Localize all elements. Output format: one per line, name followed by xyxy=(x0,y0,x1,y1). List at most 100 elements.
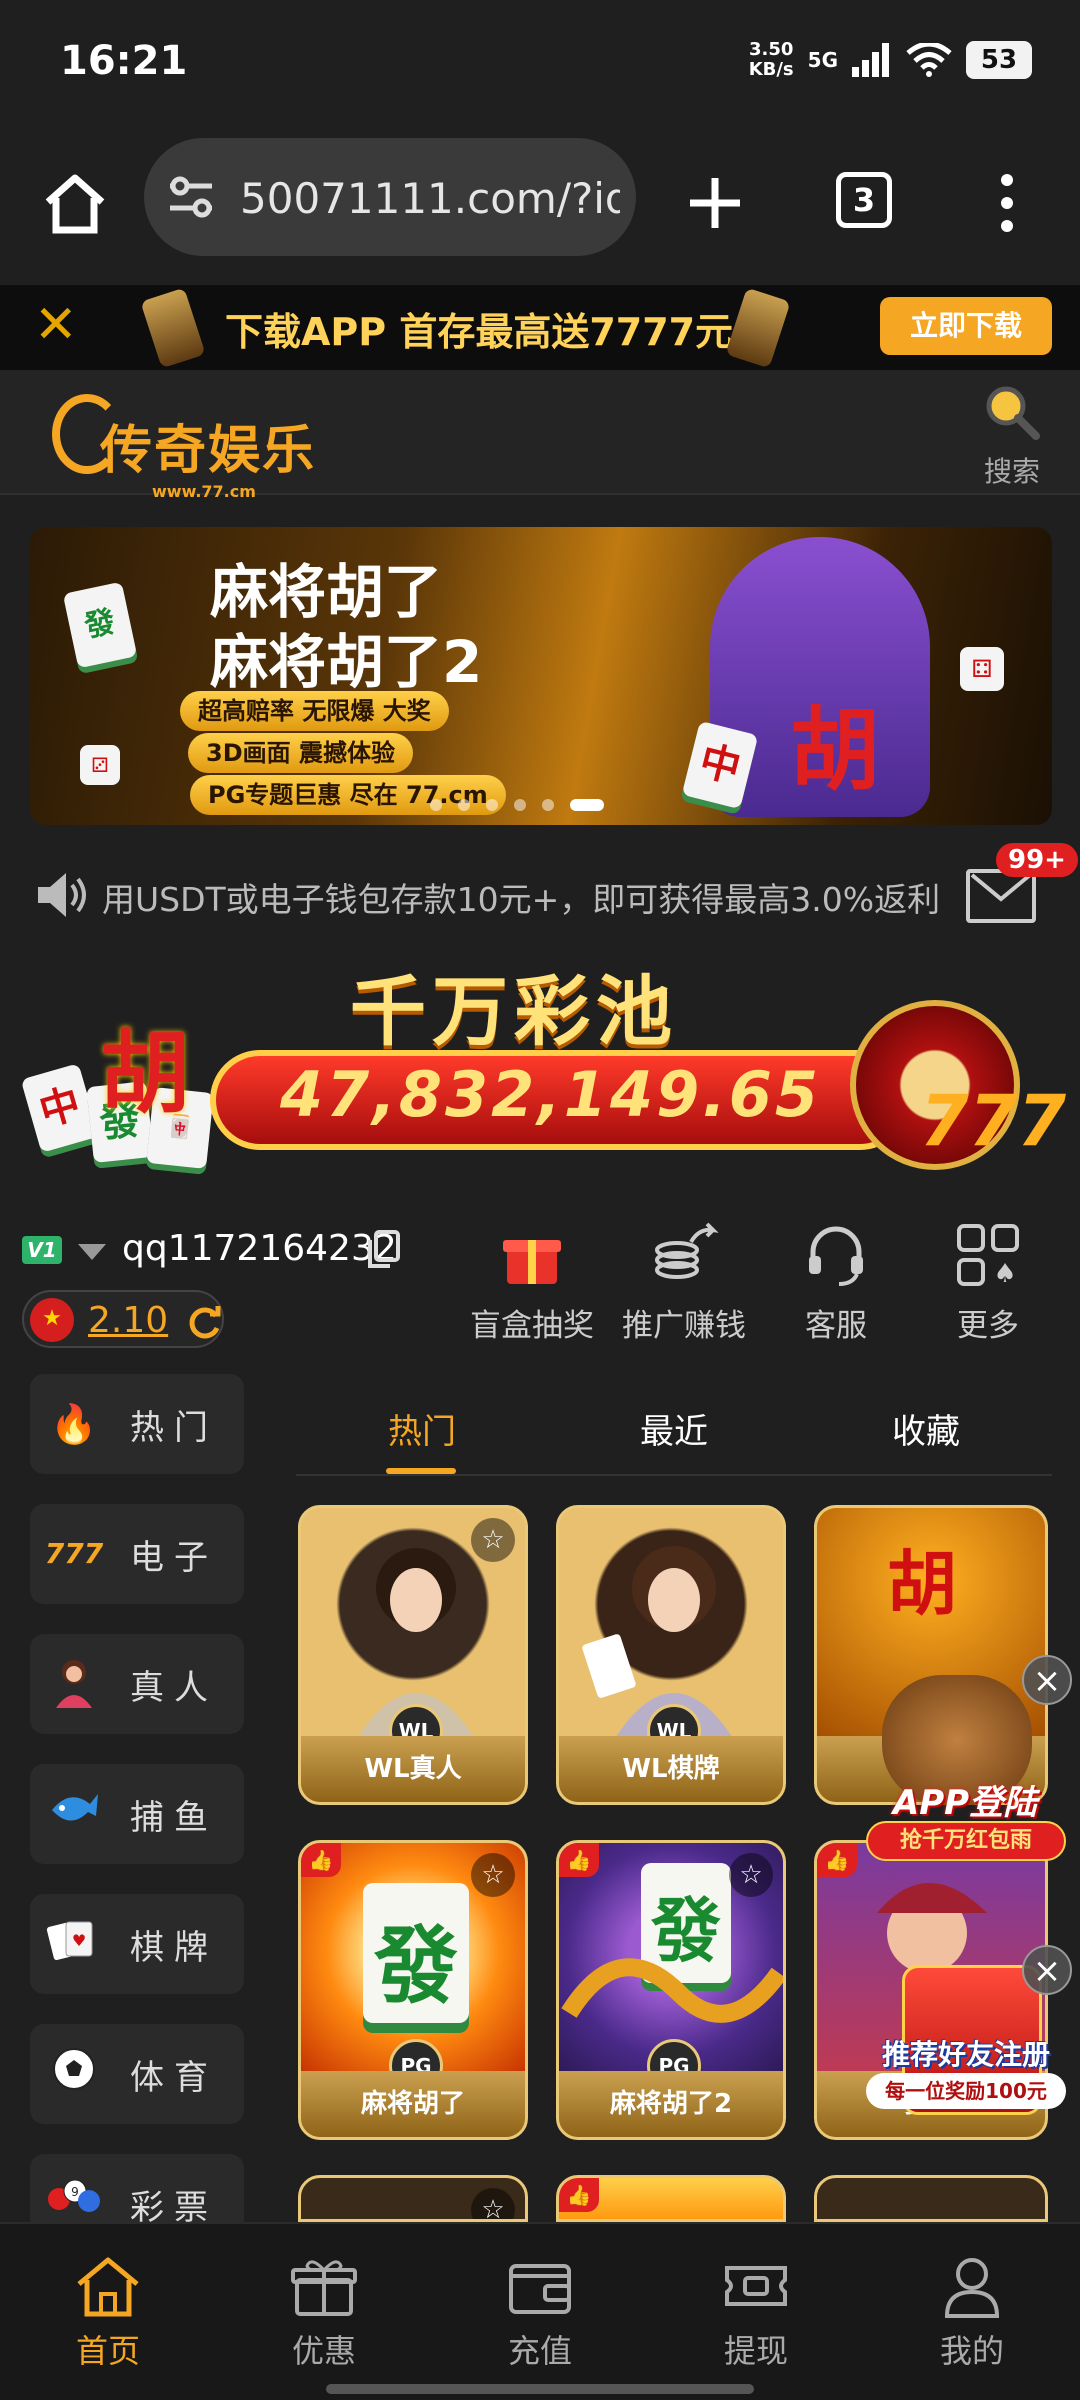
fish-icon xyxy=(44,1786,104,1842)
promote-earn-button[interactable]: 推广赚钱 xyxy=(614,1220,754,1345)
logo-url: www.77.cm xyxy=(152,482,256,501)
mahjong-tile: 發 xyxy=(62,581,138,669)
home-icon xyxy=(77,2257,139,2317)
more-label: 更多 xyxy=(957,1308,1019,1344)
download-now-button[interactable]: 立即下载 xyxy=(880,297,1052,355)
referral-subtitle: 每一位奖励100元 xyxy=(866,2073,1066,2109)
sidebar-item-hot[interactable]: 🔥 热门 xyxy=(30,1374,244,1474)
china-flag-icon: ★ xyxy=(30,1298,74,1342)
download-promo-bar: ✕ 下载APP 首存最高送7777元 立即下载 xyxy=(0,285,1080,370)
close-icon[interactable]: × xyxy=(1022,1655,1072,1705)
dice-decoration: ⚃ xyxy=(960,647,1004,691)
copy-icon[interactable] xyxy=(366,1230,402,1270)
game-card-mahjong-ways[interactable]: 發 👍 ☆ PG 麻将胡了 xyxy=(298,1840,528,2140)
jackpot-banner[interactable]: 中 發 🀄 胡 千万彩池 47,832,149.65 777 xyxy=(20,950,1066,1180)
bottom-navigation: 首页 优惠 充值 提现 我的 xyxy=(0,2222,1080,2400)
sidebar-item-label: 电子 xyxy=(130,1538,218,1578)
favorite-star-icon[interactable]: ☆ xyxy=(729,1853,773,1897)
browser-menu-icon[interactable] xyxy=(992,168,1022,238)
carousel-dot[interactable] xyxy=(458,799,470,811)
close-icon[interactable]: × xyxy=(1022,1945,1072,1995)
nav-offers[interactable]: 优惠 xyxy=(254,2254,394,2372)
thumbs-up-icon: 👍 xyxy=(301,1843,341,1877)
status-bar: 16:21 3.50 KB/s 5G 53 xyxy=(0,0,1080,130)
browser-home-icon[interactable] xyxy=(40,168,110,238)
favorite-star-icon[interactable]: ☆ xyxy=(471,1518,515,1562)
nav-deposit[interactable]: 充值 xyxy=(470,2254,610,2372)
game-card-wl-cards[interactable]: WL WL棋牌 xyxy=(556,1505,786,1805)
thumbs-up-icon: 👍 xyxy=(559,1843,599,1877)
url-text[interactable]: 50071111.com/?id xyxy=(240,174,620,223)
vip-badge[interactable]: V1 xyxy=(22,1236,62,1264)
favorite-star-icon[interactable]: ☆ xyxy=(471,1853,515,1897)
search-icon xyxy=(986,386,1040,440)
blind-box-button[interactable]: ? 盲盒抽奖 xyxy=(462,1220,602,1345)
carousel-dot[interactable] xyxy=(430,799,442,811)
balance-pill: ★ 2.10 xyxy=(22,1290,224,1348)
nav-profile[interactable]: 我的 xyxy=(902,2254,1042,2372)
banner-tag-2: 3D画面 震撼体验 xyxy=(188,733,413,773)
game-card[interactable] xyxy=(814,2175,1048,2222)
coins-share-icon xyxy=(655,1222,719,1279)
sidebar-item-live[interactable]: 真人 xyxy=(30,1634,244,1734)
sidebar-item-cards[interactable]: ♥ 棋牌 xyxy=(30,1894,244,1994)
live-dealer-icon xyxy=(44,1656,104,1712)
gesture-home-indicator[interactable] xyxy=(326,2384,754,2394)
wifi-icon xyxy=(906,43,952,77)
search-button[interactable]: 搜索 xyxy=(980,382,1044,490)
sidebar-item-fishing[interactable]: 捕鱼 xyxy=(30,1764,244,1864)
nav-withdraw-label: 提现 xyxy=(723,2332,788,2370)
tab-hot[interactable]: 热门 xyxy=(388,1404,456,1453)
sidebar-item-lottery[interactable]: 9 彩票 xyxy=(30,2154,244,2222)
referral-float-ad[interactable]: 推荐好友注册 每一位奖励100元 × xyxy=(852,1945,1080,2145)
jackpot-title: 千万彩池 xyxy=(350,967,678,1056)
mail-icon[interactable] xyxy=(966,869,1036,923)
game-card-wl-live[interactable]: ☆ WL WL真人 xyxy=(298,1505,528,1805)
nav-offers-label: 优惠 xyxy=(291,2332,356,2370)
carousel-dot[interactable] xyxy=(486,799,498,811)
game-card[interactable]: ☆ xyxy=(298,2175,528,2222)
customer-service-button[interactable]: 客服 xyxy=(766,1220,906,1345)
game-card[interactable]: 👍 xyxy=(556,2175,786,2222)
banner-tag-1: 超高赔率 无限爆 大奖 xyxy=(180,691,449,731)
favorite-star-icon[interactable]: ☆ xyxy=(471,2188,515,2219)
sidebar-item-sports[interactable]: 体育 xyxy=(30,2024,244,2124)
carousel-dot[interactable] xyxy=(514,799,526,811)
promote-earn-label: 推广赚钱 xyxy=(622,1308,746,1344)
promo-banner-carousel[interactable]: 發 ⚂ 麻将胡了 麻将胡了2 超高赔率 无限爆 大奖 3D画面 震撼体验 PG专… xyxy=(30,527,1052,825)
app-login-float-ad[interactable]: APP登陆 抢千万红包雨 × xyxy=(852,1655,1080,1865)
tab-switcher-button[interactable]: 3 xyxy=(836,172,892,228)
chevron-down-icon[interactable] xyxy=(78,1244,106,1260)
svg-text:9: 9 xyxy=(71,2185,79,2199)
site-header: 传奇娱乐 www.77.cm 搜索 xyxy=(0,370,1080,501)
refresh-icon[interactable] xyxy=(184,1302,224,1342)
carousel-indicator xyxy=(430,799,604,811)
new-tab-icon[interactable] xyxy=(680,168,750,238)
hu-glyph: 胡 xyxy=(887,1543,957,1625)
close-icon[interactable]: ✕ xyxy=(34,297,78,353)
withdraw-ticket-icon xyxy=(725,2266,787,2306)
carousel-dot[interactable] xyxy=(542,799,554,811)
slot-machine-decoration xyxy=(140,287,206,369)
sidebar-item-label: 棋牌 xyxy=(130,1928,218,1968)
net-speed-unit: KB/s xyxy=(748,59,794,80)
referral-title: 推荐好友注册 xyxy=(881,2038,1050,2071)
app-login-title: APP登陆 xyxy=(892,1783,1038,1823)
lottery-balls-icon: 9 xyxy=(44,2176,104,2222)
status-icons: 3.50 KB/s 5G 53 xyxy=(749,40,1032,80)
announcement-text[interactable]: 用USDT或电子钱包存款10元+，即可获得最高3.0%返利 xyxy=(102,873,962,921)
site-logo[interactable]: 传奇娱乐 www.77.cm xyxy=(52,390,316,501)
site-settings-icon[interactable] xyxy=(166,174,216,220)
speaker-icon xyxy=(38,873,86,917)
more-button[interactable]: ♠ 更多 xyxy=(918,1220,1058,1345)
headset-icon xyxy=(809,1226,863,1286)
tab-recent[interactable]: 最近 xyxy=(640,1404,708,1453)
tab-favorites[interactable]: 收藏 xyxy=(892,1404,960,1453)
sidebar-item-electronic[interactable]: 777 电子 xyxy=(30,1504,244,1604)
nav-withdraw[interactable]: 提现 xyxy=(686,2254,826,2372)
nav-home[interactable]: 首页 xyxy=(38,2254,178,2372)
game-card-mahjong-ways-2[interactable]: 發 👍 ☆ PG 麻将胡了2 xyxy=(556,1840,786,2140)
carousel-dot-active[interactable] xyxy=(570,799,604,811)
slot-777-icon: 777 xyxy=(44,1537,104,1570)
address-bar[interactable]: 50071111.com/?id xyxy=(144,138,636,256)
